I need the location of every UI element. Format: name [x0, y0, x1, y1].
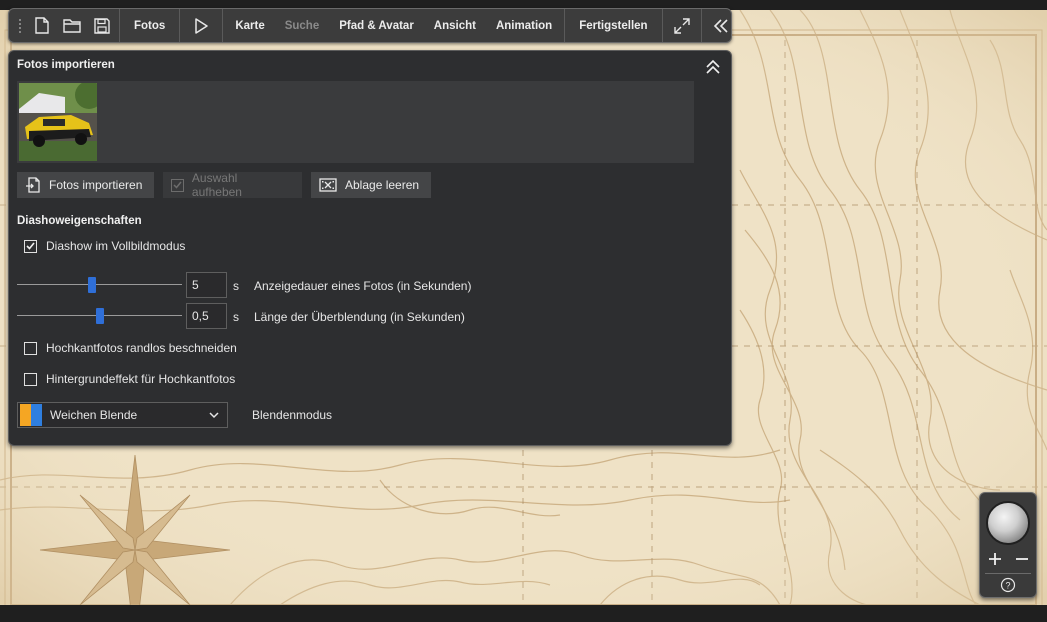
tab-karte[interactable]: Karte — [225, 9, 274, 42]
import-photos-button[interactable]: Fotos importieren — [17, 172, 155, 198]
blend-mode-swatch — [20, 404, 42, 426]
tab-fotos[interactable]: Fotos — [124, 9, 175, 42]
fullscreen-icon[interactable] — [667, 9, 697, 42]
zoom-divider — [985, 573, 1031, 574]
import-photos-panel: Fotos importieren Fotos importieren Ausw… — [8, 50, 732, 446]
duration-unit: s — [233, 279, 239, 293]
blend-mode-label: Blendenmodus — [252, 408, 333, 422]
tab-ansicht[interactable]: Ansicht — [424, 9, 486, 42]
transition-slider-thumb[interactable] — [95, 308, 104, 324]
checkmark-icon — [26, 242, 35, 250]
clear-tray-icon — [319, 178, 337, 192]
zoom-control: ? — [979, 492, 1037, 598]
photo-thumbnail[interactable] — [19, 83, 97, 161]
clear-tray-label: Ablage leeren — [345, 178, 420, 192]
deselect-button: Auswahl aufheben — [163, 171, 302, 199]
duration-value: 5 — [192, 278, 199, 292]
transition-label: Länge der Überblendung (in Sekunden) — [254, 310, 465, 324]
fullscreen-checkbox[interactable] — [24, 239, 37, 253]
svg-text:?: ? — [1005, 581, 1010, 591]
blend-mode-dropdown[interactable]: Weichen Blende — [17, 402, 228, 428]
photo-tray[interactable] — [17, 81, 694, 163]
transition-unit: s — [233, 310, 239, 324]
transition-slider[interactable] — [17, 308, 182, 324]
slideshow-properties-heading: Diashoweigenschaften — [17, 215, 142, 227]
zoom-in-icon[interactable] — [985, 549, 1005, 569]
crop-label: Hochkantfotos randlos beschneiden — [46, 341, 237, 355]
collapse-up-icon[interactable] — [705, 59, 721, 75]
fullscreen-label: Diashow im Vollbildmodus — [46, 239, 186, 253]
swatch-blue — [31, 404, 42, 426]
duration-slider-thumb[interactable] — [87, 277, 96, 293]
crop-checkbox-row[interactable]: Hochkantfotos randlos beschneiden — [24, 341, 237, 355]
import-icon — [26, 177, 40, 193]
window-bottom-bar — [0, 605, 1047, 622]
zoom-out-icon[interactable] — [1012, 549, 1032, 569]
chevron-down-icon — [209, 412, 219, 419]
tab-pfad-avatar[interactable]: Pfad & Avatar — [329, 9, 424, 42]
swatch-orange — [20, 404, 31, 426]
crop-checkbox[interactable] — [24, 341, 37, 355]
main-toolbar: Fotos Karte Suche Pfad & Avatar Ansicht … — [8, 8, 732, 43]
collapse-left-icon[interactable] — [706, 9, 736, 42]
fullscreen-checkbox-row[interactable]: Diashow im Vollbildmodus — [24, 239, 185, 253]
duration-input[interactable]: 5 — [186, 272, 227, 298]
duration-label: Anzeigedauer eines Fotos (in Sekunden) — [254, 279, 472, 293]
tab-fertigstellen[interactable]: Fertigstellen — [569, 9, 657, 42]
duration-slider[interactable] — [17, 277, 182, 293]
grip-icon[interactable] — [13, 9, 27, 42]
zoom-knob[interactable] — [986, 501, 1030, 545]
transition-input[interactable]: 0,5 — [186, 303, 227, 329]
background-effect-label: Hintergrundeffekt für Hochkantfotos — [46, 372, 236, 386]
open-folder-icon[interactable] — [57, 9, 87, 42]
tab-animation[interactable]: Animation — [486, 9, 562, 42]
background-effect-checkbox[interactable] — [24, 372, 37, 386]
save-icon[interactable] — [87, 9, 117, 42]
help-icon[interactable]: ? — [1000, 577, 1016, 593]
duration-slider-track — [17, 284, 182, 285]
deselect-checkbox-icon — [171, 178, 184, 192]
blend-mode-selected: Weichen Blende — [50, 408, 138, 422]
panel-title: Fotos importieren — [17, 59, 115, 71]
clear-tray-button[interactable]: Ablage leeren — [311, 172, 432, 198]
import-photos-label: Fotos importieren — [49, 178, 143, 192]
transition-value: 0,5 — [192, 309, 209, 323]
deselect-label: Auswahl aufheben — [191, 171, 242, 199]
background-effect-checkbox-row[interactable]: Hintergrundeffekt für Hochkantfotos — [24, 372, 235, 386]
new-document-icon[interactable] — [27, 9, 57, 42]
tab-suche: Suche — [284, 19, 320, 32]
play-icon[interactable] — [186, 9, 216, 42]
